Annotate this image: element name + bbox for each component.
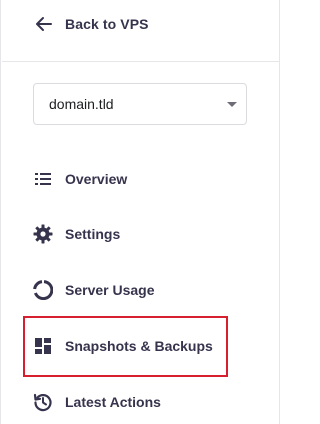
sidebar-item-label: Latest Actions <box>65 394 161 410</box>
caret-down-icon <box>227 102 237 107</box>
sidebar-item-label: Overview <box>65 171 128 187</box>
vps-sidebar: Back to VPS domain.tld Overview Settings… <box>0 0 281 424</box>
sidebar-item-label: Settings <box>65 226 121 242</box>
sidebar-item-overview[interactable]: Overview <box>33 167 127 191</box>
highlight-box <box>23 316 228 377</box>
gear-icon <box>33 224 53 244</box>
sidebar-left-border <box>0 0 1 424</box>
domain-select[interactable]: domain.tld <box>33 83 247 125</box>
arrow-left-icon <box>35 15 53 33</box>
sidebar-item-settings[interactable]: Settings <box>33 222 120 246</box>
header-divider <box>2 61 279 62</box>
sidebar-item-latest-actions[interactable]: Latest Actions <box>33 390 161 414</box>
back-to-vps-label: Back to VPS <box>65 16 149 32</box>
list-icon <box>33 169 53 189</box>
sidebar-item-label: Server Usage <box>65 282 155 298</box>
history-icon <box>33 392 53 412</box>
sidebar-item-server-usage[interactable]: Server Usage <box>33 278 155 302</box>
donut-chart-icon <box>33 280 53 300</box>
back-to-vps-link[interactable]: Back to VPS <box>35 12 149 36</box>
sidebar-right-border <box>279 0 280 424</box>
domain-select-value: domain.tld <box>49 96 114 112</box>
